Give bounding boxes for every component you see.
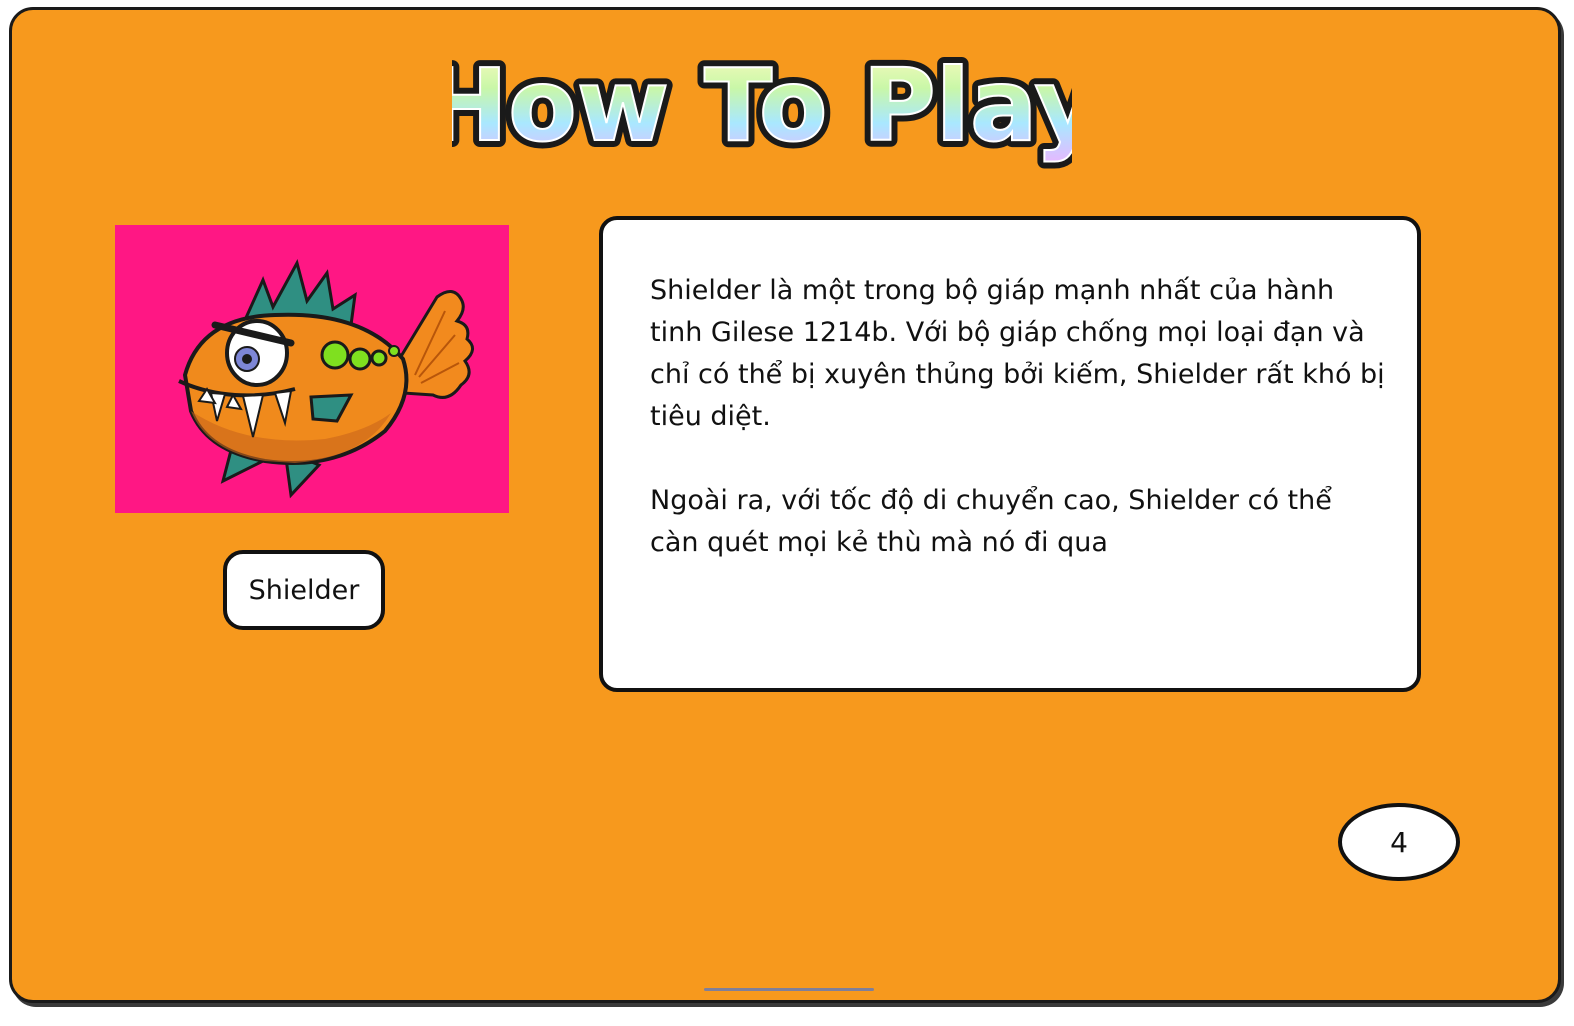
character-description-box: Shielder là một trong bộ giáp mạnh nhất … <box>599 216 1421 692</box>
character-name-label: Shielder <box>223 550 385 630</box>
page-number-badge[interactable]: 4 <box>1338 803 1460 881</box>
page-title: How To Play How To Play <box>452 30 1072 180</box>
scroll-indicator <box>704 988 874 991</box>
game-panel: How To Play How To Play Shielder Shielde… <box>9 7 1561 1003</box>
title-text-fill: How To Play <box>452 47 1072 164</box>
angry-fish-icon <box>178 258 474 499</box>
character-portrait <box>115 225 509 513</box>
description-paragraph-1: Shielder là một trong bộ giáp mạnh nhất … <box>650 275 1385 432</box>
description-paragraph-2: Ngoài ra, với tốc độ di chuyển cao, Shie… <box>650 485 1332 558</box>
